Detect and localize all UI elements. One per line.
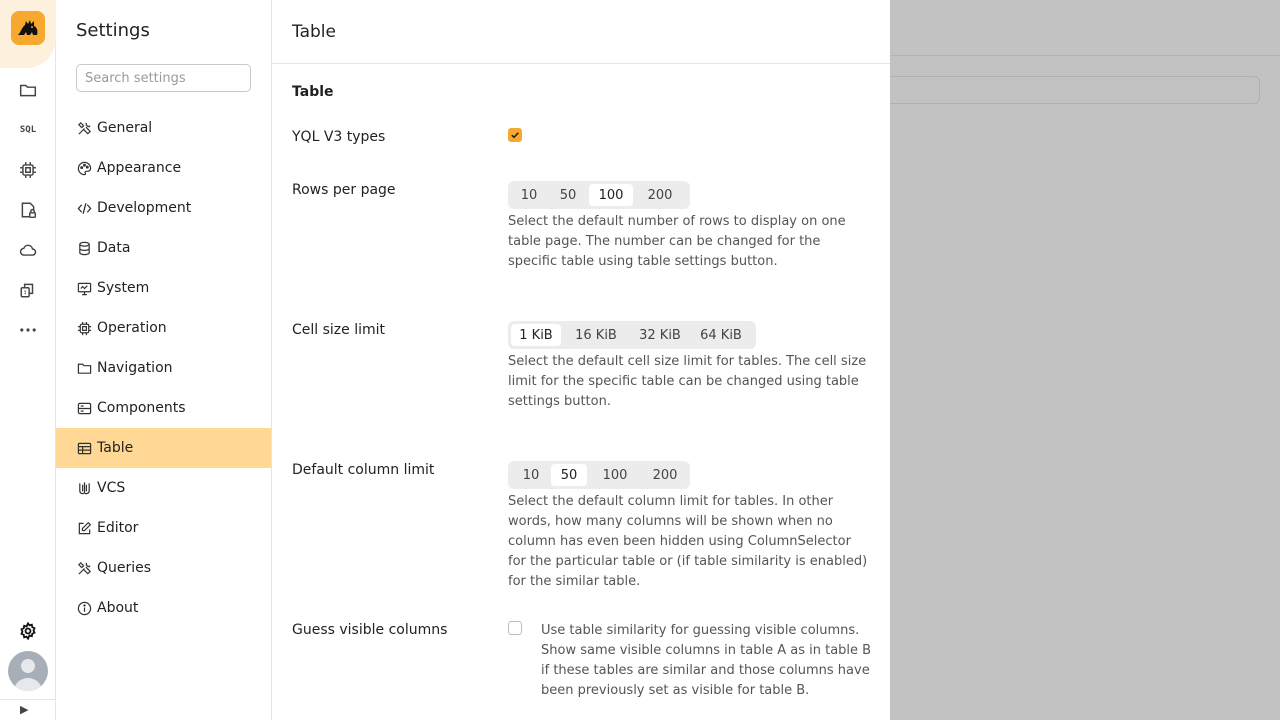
cell-size-option-32kib[interactable]: 32 KiB bbox=[631, 324, 689, 346]
database-icon bbox=[76, 240, 92, 256]
nav-item-label: Components bbox=[97, 400, 186, 416]
server-icon bbox=[76, 400, 92, 416]
settings-sidebar: Settings General Appearance Development … bbox=[56, 0, 272, 720]
tools-icon bbox=[76, 120, 92, 136]
app-logo-icon[interactable] bbox=[11, 11, 45, 45]
nav-item-general[interactable]: General bbox=[56, 108, 271, 148]
cloud-icon[interactable] bbox=[14, 236, 42, 264]
folder-icon[interactable] bbox=[14, 76, 42, 104]
nav-item-system[interactable]: System bbox=[56, 268, 271, 308]
background-app-overlay[interactable] bbox=[890, 0, 1280, 720]
nav-item-label: Operation bbox=[97, 320, 167, 336]
nav-item-development[interactable]: Development bbox=[56, 188, 271, 228]
nav-item-appearance[interactable]: Appearance bbox=[56, 148, 271, 188]
nav-item-label: Development bbox=[97, 200, 192, 216]
rows-option-100[interactable]: 100 bbox=[589, 184, 633, 206]
cell-size-limit-description: Select the default cell size limit for t… bbox=[508, 354, 867, 409]
nav-item-editor[interactable]: Editor bbox=[56, 508, 271, 548]
nav-item-table[interactable]: Table bbox=[56, 428, 271, 468]
cell-size-option-1kib[interactable]: 1 KiB bbox=[511, 324, 561, 346]
nav-item-label: Queries bbox=[97, 560, 152, 576]
chip-icon[interactable] bbox=[14, 156, 42, 184]
lock-file-icon[interactable] bbox=[14, 196, 42, 224]
info-icon bbox=[76, 600, 92, 616]
rows-per-page-description: Select the default number of rows to dis… bbox=[508, 214, 846, 269]
default-column-limit-label: Default column limit bbox=[292, 462, 435, 478]
folder-icon bbox=[76, 360, 92, 376]
nav-item-label: General bbox=[97, 120, 153, 136]
nav-item-queries[interactable]: Queries bbox=[56, 548, 271, 588]
rows-option-200[interactable]: 200 bbox=[633, 184, 687, 206]
nav-item-data[interactable]: Data bbox=[56, 228, 271, 268]
column-option-100[interactable]: 100 bbox=[587, 464, 643, 486]
nav-item-components[interactable]: Components bbox=[56, 388, 271, 428]
nav-item-label: Editor bbox=[97, 520, 139, 536]
nav-item-operation[interactable]: Operation bbox=[56, 308, 271, 348]
nav-item-label: VCS bbox=[97, 480, 126, 496]
palette-icon bbox=[76, 160, 92, 176]
nav-item-label: Navigation bbox=[97, 360, 173, 376]
tools-icon bbox=[76, 560, 92, 576]
section-title: Table bbox=[292, 84, 334, 100]
table-icon bbox=[76, 440, 92, 456]
column-option-200[interactable]: 200 bbox=[643, 464, 687, 486]
nav-item-label: Data bbox=[97, 240, 131, 256]
cell-size-option-64kib[interactable]: 64 KiB bbox=[689, 324, 753, 346]
settings-gear-icon[interactable] bbox=[14, 617, 42, 645]
more-icon[interactable] bbox=[14, 316, 42, 344]
search-settings-input[interactable] bbox=[76, 64, 251, 92]
cell-size-limit-selector: 1 KiB 16 KiB 32 KiB 64 KiB bbox=[508, 321, 756, 349]
rows-per-page-label: Rows per page bbox=[292, 182, 396, 198]
panel-header: Table bbox=[272, 0, 890, 64]
aside-rail: SQL ▶ bbox=[0, 0, 56, 720]
nav-item-label: System bbox=[97, 280, 150, 296]
settings-panel: Table Table YQL V3 types Rows per page 1… bbox=[272, 0, 890, 720]
logo-area bbox=[0, 0, 56, 68]
cell-size-option-16kib[interactable]: 16 KiB bbox=[561, 324, 631, 346]
column-option-10[interactable]: 10 bbox=[511, 464, 551, 486]
vcs-icon bbox=[76, 480, 92, 496]
column-option-50[interactable]: 50 bbox=[551, 464, 587, 486]
settings-nav-list: General Appearance Development Data Syst… bbox=[56, 108, 271, 628]
code-icon bbox=[76, 200, 92, 216]
guess-visible-columns-checkbox[interactable] bbox=[508, 621, 522, 635]
default-column-limit-description: Select the default column limit for tabl… bbox=[508, 494, 868, 589]
background-input bbox=[890, 76, 1260, 104]
guess-visible-columns-description: Use table similarity for guessing visibl… bbox=[541, 623, 872, 698]
yql-v3-label: YQL V3 types bbox=[292, 129, 386, 145]
cell-size-limit-label: Cell size limit bbox=[292, 322, 386, 338]
nav-item-navigation[interactable]: Navigation bbox=[56, 348, 271, 388]
nav-item-label: Appearance bbox=[97, 160, 182, 176]
default-column-limit-selector: 10 50 100 200 bbox=[508, 461, 690, 489]
monitor-icon bbox=[76, 280, 92, 296]
sql-icon[interactable]: SQL bbox=[14, 116, 42, 144]
apps-icon[interactable] bbox=[14, 276, 42, 304]
guess-visible-columns-label: Guess visible columns bbox=[292, 622, 448, 638]
rows-option-50[interactable]: 50 bbox=[547, 184, 589, 206]
settings-title: Settings bbox=[76, 20, 150, 41]
background-header bbox=[890, 0, 1280, 56]
edit-icon bbox=[76, 520, 92, 536]
nav-item-label: About bbox=[97, 600, 139, 616]
chip-icon bbox=[76, 320, 92, 336]
rows-option-10[interactable]: 10 bbox=[511, 184, 547, 206]
rows-per-page-selector: 10 50 100 200 bbox=[508, 181, 690, 209]
rail-divider bbox=[0, 699, 56, 700]
yql-v3-checkbox[interactable] bbox=[508, 128, 522, 142]
nav-item-vcs[interactable]: VCS bbox=[56, 468, 271, 508]
nav-item-label: Table bbox=[97, 440, 134, 456]
expand-rail-icon[interactable]: ▶ bbox=[20, 703, 28, 716]
nav-item-about[interactable]: About bbox=[56, 588, 271, 628]
user-avatar[interactable] bbox=[8, 651, 48, 691]
